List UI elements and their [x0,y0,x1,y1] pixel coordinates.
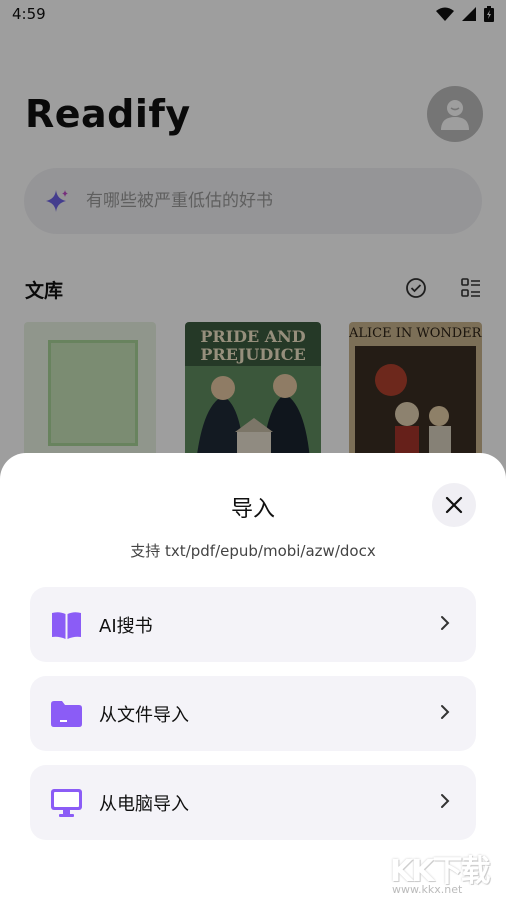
chevron-right-icon [441,794,450,808]
import-from-computer-button[interactable]: 从电脑导入 [30,765,476,840]
chevron-right-icon [441,705,450,719]
supported-formats: 支持 txt/pdf/epub/mobi/azw/docx [130,542,376,560]
folder-icon [51,700,82,727]
sheet-title: 导入 [230,497,275,522]
open-book-icon [52,611,81,639]
import-sheet: 导入 支持 txt/pdf/epub/mobi/azw/docx AI搜书 从文… [0,453,506,900]
monitor-icon [51,788,82,817]
option-label: 从电脑导入 [99,793,189,815]
watermark-url: www.kkx.net [392,883,463,896]
ai-search-book-button[interactable]: AI搜书 [30,587,476,662]
chevron-right-icon [441,616,450,630]
close-icon [445,496,463,514]
close-button[interactable] [432,483,476,527]
watermark: KK下载 www.kkx.net [390,846,500,898]
import-from-file-button[interactable]: 从文件导入 [30,676,476,751]
option-label: AI搜书 [99,615,153,637]
option-label: 从文件导入 [99,704,189,726]
